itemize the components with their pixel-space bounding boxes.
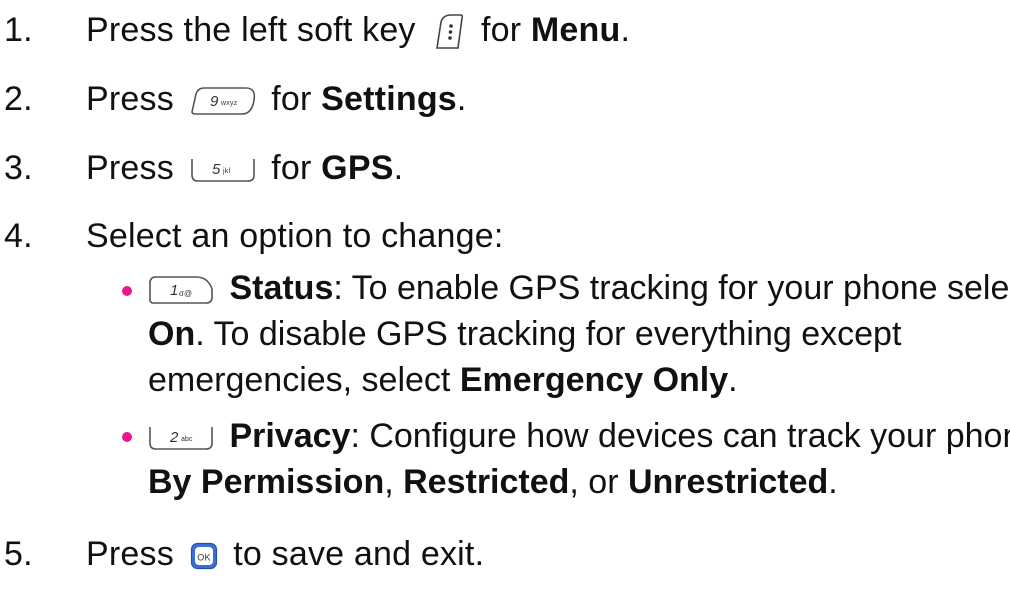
option-privacy-line-2: By Permission, Restricted, or Unrestrict… <box>148 460 838 505</box>
step-3-bold: GPS <box>321 149 394 187</box>
key-1-icon: 1 σ@ <box>148 275 214 305</box>
step-text: Press the left soft key for Menu. <box>86 10 630 52</box>
step-number: 3. <box>4 149 33 187</box>
step-text: Press 5 jkl for GPS. <box>86 148 403 188</box>
step-number: 2. <box>4 80 33 118</box>
step-number: 5. <box>4 535 33 573</box>
svg-text:1: 1 <box>170 282 178 299</box>
option-status-text-2: . To disable GPS tracking for everything… <box>195 315 902 353</box>
key-5-icon: 5 jkl <box>190 157 256 183</box>
step-5-post: to save and exit. <box>233 535 485 573</box>
option-status-line-2: On. To disable GPS tracking for everythi… <box>148 312 901 357</box>
step-3-pre: Press <box>86 149 174 187</box>
step-1-mid: for <box>480 11 522 49</box>
option-status-text-3: emergencies, select <box>148 361 451 399</box>
svg-text:9: 9 <box>210 93 219 110</box>
option-status-on: On <box>148 315 196 353</box>
option-status-line-3: emergencies, select Emergency Only. <box>148 358 738 403</box>
svg-text:OK: OK <box>197 553 210 563</box>
option-privacy-text-1: : Configure how devices can track your p… <box>350 417 1010 455</box>
step-text: Select an option to change: <box>86 217 504 255</box>
step-2-post: . <box>456 80 467 118</box>
step-1-post: . <box>620 11 631 49</box>
option-privacy-sep-1: , <box>384 463 394 501</box>
instructions-document: 1. Press the left soft key for Menu. 2 . … <box>0 0 1010 598</box>
option-privacy-sep-2: , or <box>569 463 619 501</box>
step-2-mid: for <box>271 80 312 118</box>
svg-text:abc: abc <box>181 436 193 443</box>
option-privacy-name: Privacy <box>229 417 351 455</box>
step-3-mid: for <box>271 149 312 187</box>
option-privacy-text-2: . <box>828 463 838 501</box>
step-2-bold: Settings <box>321 80 457 118</box>
svg-text:2: 2 <box>169 429 179 446</box>
bullet-icon <box>122 286 132 296</box>
option-privacy-by-permission: By Permission <box>148 463 385 501</box>
option-status-text-4: . <box>728 361 738 399</box>
option-status-line-1: 1 σ@ Status: To enable GPS tracking for … <box>148 266 1010 311</box>
step-5-pre: Press <box>86 535 174 573</box>
option-privacy-unrestricted: Unrestricted <box>627 463 829 501</box>
step-2-pre: Press <box>86 80 174 118</box>
step-text: Press 9 wxyz for Settings. <box>86 79 467 119</box>
step-3-post: . <box>393 149 404 187</box>
key-2-icon: 2 abc <box>148 425 214 451</box>
key-9-icon: 9 wxyz <box>190 86 256 116</box>
step-text: Press OK to save and exit. <box>86 534 484 574</box>
step-number: 1. <box>4 11 33 49</box>
option-status-emergency-only: Emergency Only <box>459 361 729 399</box>
option-status-name: Status <box>229 269 334 307</box>
option-status-text-1: : To enable GPS tracking for your phone … <box>333 269 1010 307</box>
option-privacy-restricted: Restricted <box>403 463 570 501</box>
svg-text:σ@: σ@ <box>179 289 192 298</box>
ok-key-icon: OK <box>190 542 218 570</box>
option-privacy-line-1: 2 abc Privacy: Configure how devices can… <box>148 414 1010 459</box>
menu-soft-key-icon <box>431 12 465 52</box>
step-number: 4. <box>4 217 33 255</box>
svg-text:jkl: jkl <box>222 168 230 175</box>
svg-text:wxyz: wxyz <box>220 100 238 107</box>
step-1-bold: Menu <box>530 11 621 49</box>
svg-text:5: 5 <box>212 161 221 178</box>
bullet-icon <box>122 432 132 442</box>
step-1-pre: Press the left soft key <box>86 11 416 49</box>
